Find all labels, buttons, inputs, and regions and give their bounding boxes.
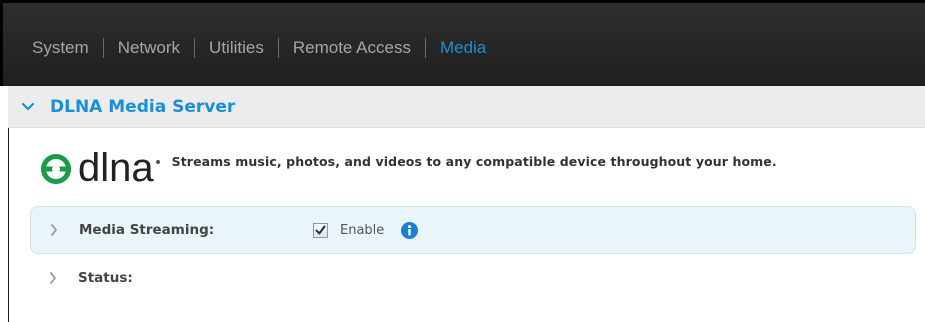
chevron-right-icon[interactable] <box>50 224 62 236</box>
dlna-settings-page: System Network Utilities Remote Access M… <box>0 0 925 322</box>
nav-separator <box>194 37 196 58</box>
chevron-right-icon[interactable] <box>49 272 61 284</box>
nav-separator <box>277 37 279 58</box>
enable-label[interactable]: Enable <box>340 223 384 238</box>
top-navigation: System Network Utilities Remote Access M… <box>0 0 925 86</box>
dlna-logo-text: dlna <box>78 146 154 190</box>
dlna-description: Streams music, photos, and videos to any… <box>171 154 777 169</box>
dlna-logo: dlna <box>38 146 160 192</box>
nav-tab-system[interactable]: System <box>32 38 89 58</box>
section-header-dlna[interactable]: DLNA Media Server <box>8 86 925 128</box>
checkmark-icon <box>315 225 326 234</box>
info-icon[interactable] <box>401 221 419 239</box>
chevron-down-icon[interactable] <box>22 102 50 112</box>
section-title: DLNA Media Server <box>50 96 236 117</box>
nav-tab-remote-access[interactable]: Remote Access <box>293 38 411 58</box>
setting-row-media-streaming[interactable]: Media Streaming: Enable <box>30 206 916 254</box>
dlna-logo-dot <box>155 160 160 164</box>
nav-separator <box>424 37 426 58</box>
media-streaming-label: Media Streaming: <box>79 222 215 238</box>
status-label: Status: <box>78 270 133 286</box>
dlna-info-row: dlna Streams music, photos, and videos t… <box>38 146 918 196</box>
nav-separator <box>102 37 104 58</box>
nav-tab-network[interactable]: Network <box>118 38 180 58</box>
enable-checkbox[interactable] <box>313 222 328 238</box>
nav-tab-utilities[interactable]: Utilities <box>209 38 264 58</box>
setting-row-status[interactable]: Status: <box>30 254 916 302</box>
nav-tab-media[interactable]: Media <box>440 38 486 58</box>
dlna-logo-icon <box>41 154 71 184</box>
